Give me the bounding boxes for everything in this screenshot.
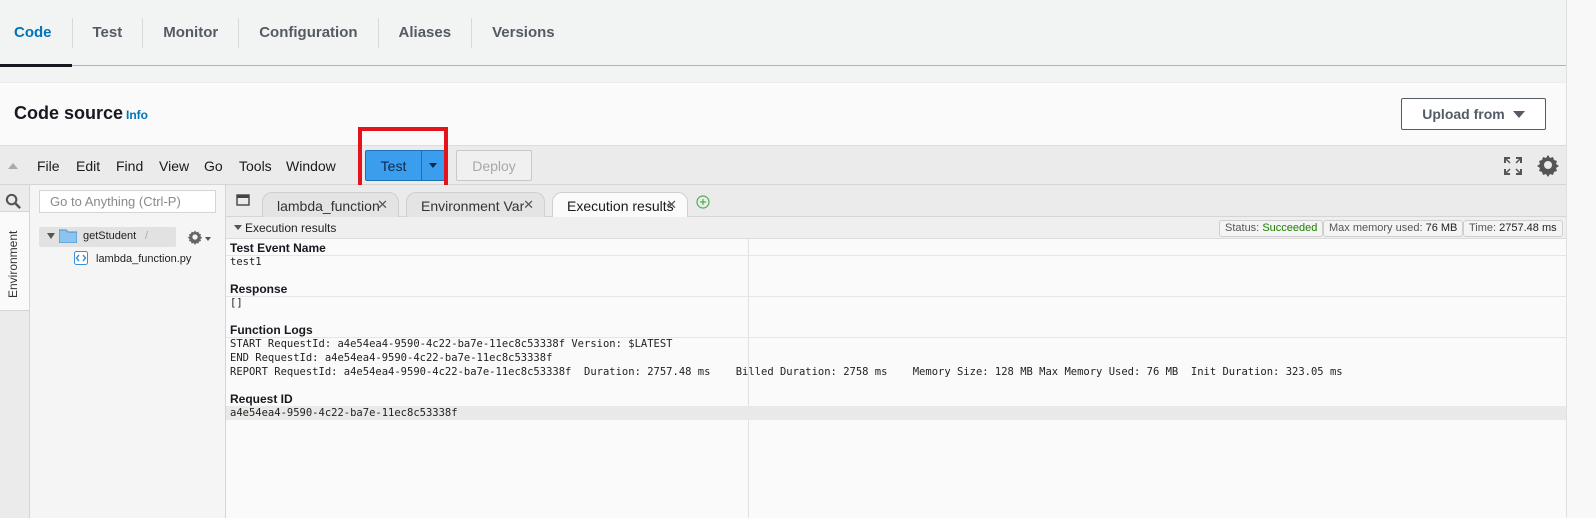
editor-tabs: lambda_function ✕ Environment Var ✕ Exec…: [226, 185, 1566, 217]
time-value: 2757.48 ms: [1499, 222, 1557, 234]
expand-triangle-icon[interactable]: [47, 233, 55, 239]
add-tab-icon[interactable]: [696, 195, 710, 209]
menu-window[interactable]: Window: [286, 158, 336, 174]
collapse-triangle-icon[interactable]: [234, 225, 242, 230]
log-line: END RequestId: a4e54ea4-9590-4c22-ba7e-1…: [230, 352, 553, 364]
code-source-panel: Code source Info Upload from File Edit F…: [0, 82, 1566, 518]
folder-icon: [59, 229, 77, 243]
memory-value: 76 MB: [1425, 222, 1458, 234]
row-divider: [226, 255, 1566, 256]
environment-tab[interactable]: Environment: [0, 211, 29, 311]
function-logs-heading: Function Logs: [230, 323, 313, 337]
goto-anything-input[interactable]: [39, 190, 216, 213]
lambda-console: Code Test Monitor Configuration Aliases …: [0, 0, 1596, 518]
settings-gear-icon[interactable]: [1536, 153, 1560, 177]
log-line: START RequestId: a4e54ea4-9590-4c22-ba7e…: [230, 338, 673, 350]
execution-results-pane: Execution results Status: Succeeded Max …: [226, 217, 1566, 518]
menu-file[interactable]: File: [37, 158, 60, 174]
caret-down-icon: [205, 237, 211, 241]
memory-label: Max memory used:: [1329, 222, 1423, 234]
tree-folder-row[interactable]: getStudent /: [39, 227, 176, 247]
time-label: Time:: [1469, 222, 1497, 234]
page-scrollbar[interactable]: [1566, 0, 1596, 518]
time-badge: Time: 2757.48 ms: [1463, 220, 1563, 237]
test-event-name-heading: Test Event Name: [230, 241, 326, 255]
response-heading: Response: [230, 282, 288, 296]
tab-list-icon[interactable]: [236, 194, 250, 206]
info-link[interactable]: Info: [126, 108, 148, 122]
tab-monitor[interactable]: Monitor: [143, 0, 238, 66]
folder-path-suffix: /: [145, 230, 149, 242]
fullscreen-icon[interactable]: [1504, 157, 1522, 175]
tab-code[interactable]: Code: [0, 0, 72, 67]
execution-results-title: Execution results: [245, 221, 337, 235]
menu-edit[interactable]: Edit: [76, 158, 100, 174]
editor-tab-execution-results[interactable]: Execution results ✕: [552, 192, 688, 217]
editor-tab-label: lambda_function: [277, 198, 380, 214]
highlight-box: [358, 127, 448, 190]
log-line: REPORT RequestId: a4e54ea4-9590-4c22-ba7…: [230, 366, 1343, 378]
collapse-triangle-icon[interactable]: [8, 163, 18, 169]
response-value: []: [230, 297, 243, 309]
tree-gear-icon[interactable]: [187, 229, 203, 245]
menu-tools[interactable]: Tools: [239, 158, 272, 174]
close-icon[interactable]: ✕: [666, 197, 677, 213]
function-tabs: Code Test Monitor Configuration Aliases …: [0, 0, 1566, 67]
editor-tab-environment-variables[interactable]: Environment Var ✕: [406, 192, 545, 217]
tab-aliases[interactable]: Aliases: [379, 0, 472, 66]
menu-find[interactable]: Find: [116, 158, 143, 174]
close-icon[interactable]: ✕: [377, 197, 388, 213]
request-id-heading: Request ID: [230, 392, 293, 406]
request-id-value[interactable]: a4e54ea4-9590-4c22-ba7e-11ec8c53338f: [230, 407, 458, 419]
row-divider: [226, 296, 1566, 297]
editor-tab-label: Execution results: [567, 198, 674, 214]
caret-down-icon: [1512, 110, 1525, 118]
file-name[interactable]: lambda_function.py: [96, 253, 191, 265]
deploy-button[interactable]: Deploy: [456, 150, 532, 181]
search-icon[interactable]: [5, 193, 22, 210]
environment-label: Environment: [6, 230, 20, 298]
panel-header: Code source Info Upload from: [0, 83, 1566, 145]
environment-strip: Environment: [0, 185, 30, 518]
folder-name: getStudent: [83, 230, 137, 242]
tab-versions[interactable]: Versions: [472, 0, 575, 66]
tab-test[interactable]: Test: [73, 0, 143, 66]
execution-results-header: Execution results Status: Succeeded Max …: [226, 217, 1566, 239]
close-icon[interactable]: ✕: [523, 197, 534, 213]
file-tree: getStudent / lambda_function.py: [30, 185, 226, 518]
tab-configuration[interactable]: Configuration: [239, 0, 377, 66]
test-event-name-value: test1: [230, 256, 262, 268]
upload-from-label: Upload from: [1422, 106, 1505, 122]
menu-go[interactable]: Go: [204, 158, 223, 174]
python-file-icon: [74, 251, 88, 265]
editor-tab-lambda-function[interactable]: lambda_function ✕: [262, 192, 399, 217]
page-title: Code source: [14, 103, 124, 123]
ide-menubar: File Edit Find View Go Tools Window: [0, 145, 1566, 185]
memory-badge: Max memory used: 76 MB: [1323, 220, 1464, 237]
menu-view[interactable]: View: [159, 158, 189, 174]
upload-from-button[interactable]: Upload from: [1401, 98, 1546, 130]
status-label: Status:: [1225, 222, 1260, 234]
editor-tab-label: Environment Var: [421, 198, 525, 214]
column-divider: [748, 239, 749, 518]
status-badge: Status: Succeeded: [1219, 220, 1324, 237]
status-value: Succeeded: [1262, 222, 1318, 234]
